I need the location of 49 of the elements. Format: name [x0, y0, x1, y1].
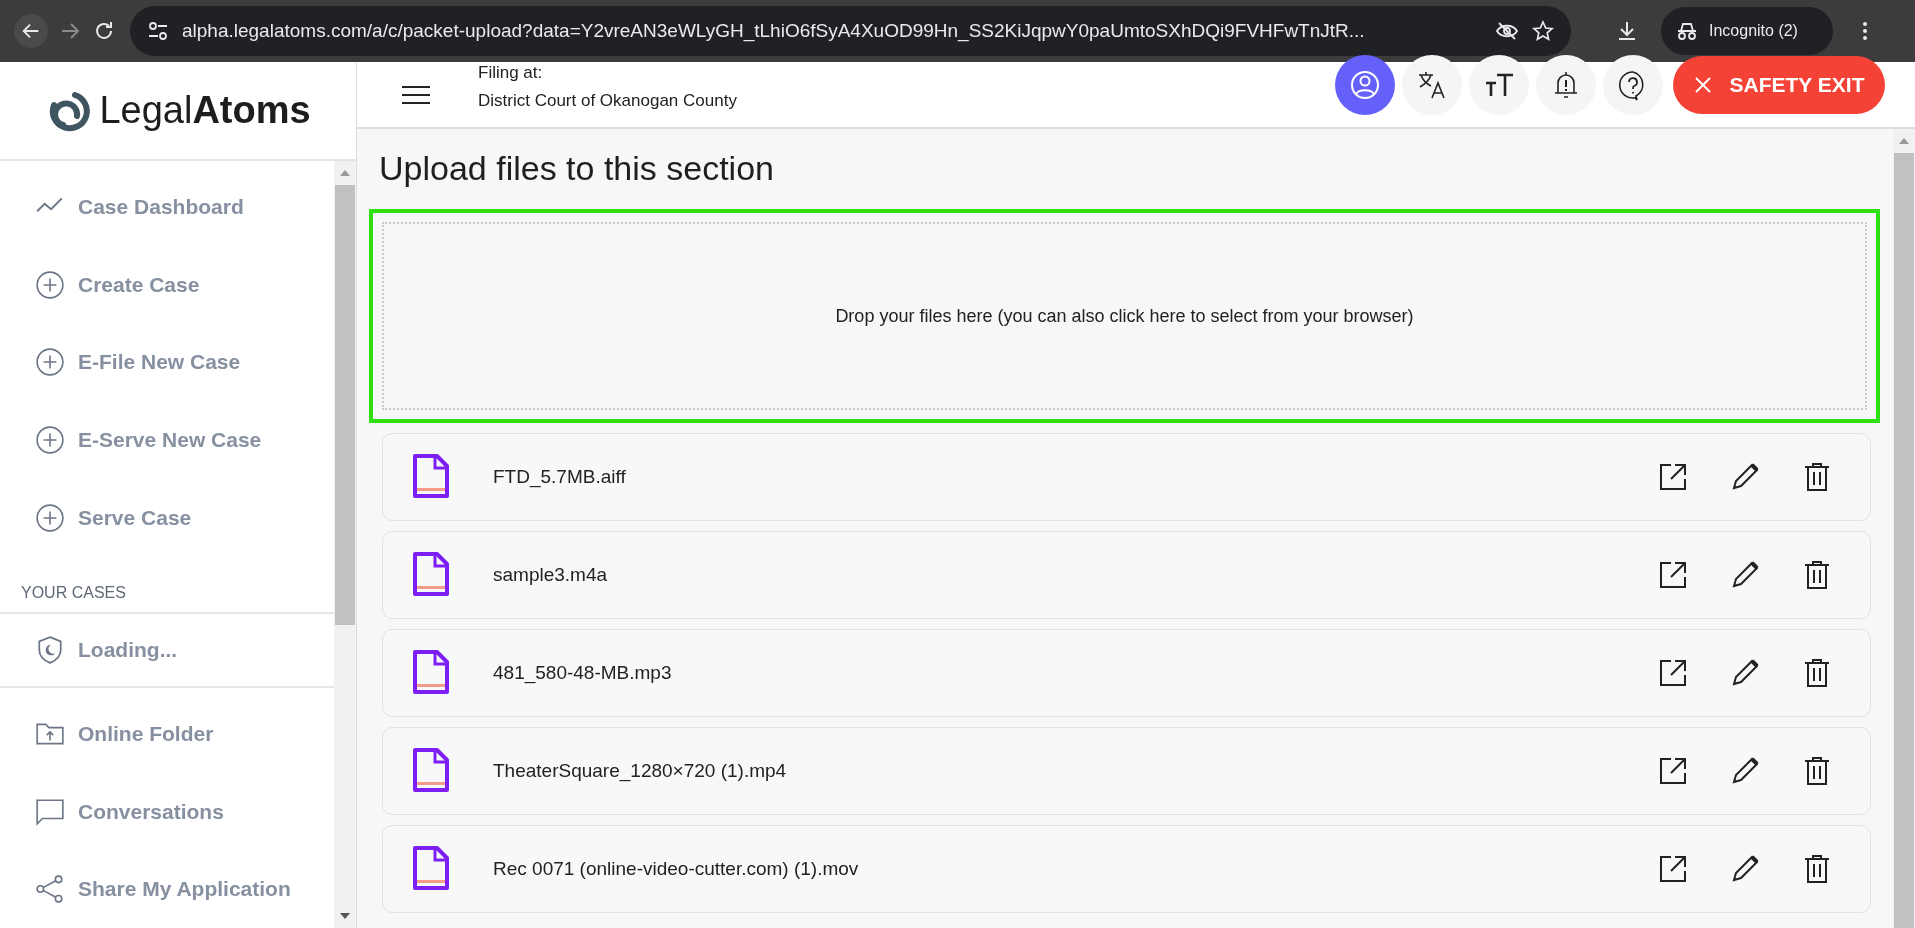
open-external-icon[interactable] — [1657, 657, 1689, 689]
close-icon — [1693, 75, 1712, 94]
sidebar-item[interactable]: Create Case — [0, 245, 334, 324]
file-name: sample3.m4a — [493, 564, 609, 586]
scrollbar[interactable] — [334, 161, 356, 928]
drop-zone-text: Drop your files here (you can also click here to select from your browser) — [835, 305, 1414, 327]
chat-bubble-icon — [35, 796, 65, 827]
user-icon — [1349, 68, 1381, 101]
sidebar-item[interactable]: E-Serve New Case — [0, 401, 334, 479]
menu-icon[interactable] — [402, 84, 430, 105]
filing-label: Filing at: — [478, 62, 544, 83]
sidebar-item[interactable]: Serve Case — [0, 478, 334, 557]
sidebar-item[interactable]: Online Folder — [0, 695, 334, 773]
open-external-icon[interactable] — [1657, 853, 1689, 885]
file-icon — [411, 846, 451, 892]
file-icon — [411, 650, 451, 696]
share-icon — [35, 874, 65, 905]
open-external-icon[interactable] — [1657, 755, 1689, 787]
file-icon — [411, 454, 451, 500]
file-name: Rec 0071 (online-video-cutter.com) (1).mov — [493, 858, 860, 880]
plus-circle-icon — [35, 502, 65, 533]
plus-circle-icon — [35, 269, 65, 300]
shield-icon — [35, 635, 65, 666]
drop-zone[interactable]: Drop your files here (you can also click here to select from your browser) — [369, 209, 1880, 423]
sidebar-item[interactable]: Case Dashboard — [0, 168, 334, 246]
address-bar[interactable]: alpha.legalatoms.com/a/c/packet-upload?data=Y2vreAN3eWLyGH_tLhiO6fSyA4XuOD99Hn_SS2KiJqpwY0paUmtoSXhDQi9FVHFwTnJtR... — [130, 6, 1571, 56]
safety-exit-button[interactable]: SAFETY EXIT — [1673, 55, 1885, 114]
plus-circle-icon — [35, 347, 65, 378]
file-name: 481_580-48-MB.mp3 — [493, 662, 673, 684]
file-name: TheaterSquare_1280×720 (1).mp4 — [493, 760, 788, 782]
open-external-icon[interactable] — [1657, 461, 1689, 493]
file-icon — [411, 552, 451, 598]
plus-circle-icon — [35, 424, 65, 455]
section-title: Upload files to this section — [379, 149, 775, 189]
court-name: District Court of Okanogan County — [478, 90, 737, 111]
open-external-icon[interactable] — [1657, 559, 1689, 591]
incognito-button[interactable]: Incognito (2) — [1661, 7, 1833, 55]
file-icon — [411, 748, 451, 794]
back-button[interactable] — [14, 14, 48, 48]
sidebar-item[interactable]: Share My Application — [0, 850, 334, 928]
scrollbar[interactable] — [1893, 129, 1915, 928]
case-item[interactable]: Loading... — [0, 614, 334, 687]
star-icon[interactable] — [1531, 19, 1555, 43]
site-settings-icon[interactable] — [146, 19, 170, 43]
sidebar-item[interactable]: Conversations — [0, 772, 334, 851]
section-label: YOUR CASES — [20, 583, 127, 604]
logo-text: LegalAtoms — [99, 89, 311, 132]
file-name: FTD_5.7MB.aiff — [493, 466, 627, 488]
sidebar-item[interactable]: E-File New Case — [0, 323, 334, 401]
